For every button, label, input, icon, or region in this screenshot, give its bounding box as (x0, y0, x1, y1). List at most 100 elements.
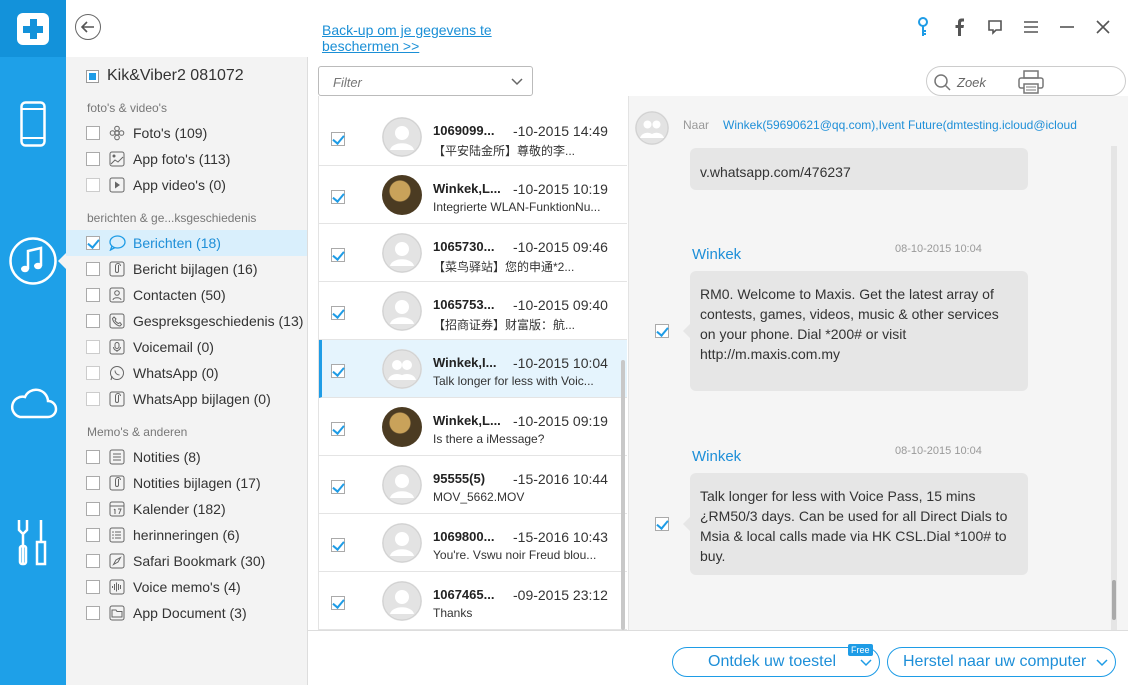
category-label: Gespreksgeschiedenis (13) (133, 313, 304, 329)
filter-label: Filter (333, 75, 362, 90)
category-call-history[interactable]: Gespreksgeschiedenis (13) (66, 308, 307, 334)
avatar (382, 175, 422, 215)
message-time: 08-10-2015 10:04 (895, 445, 982, 457)
nav-rail (0, 0, 66, 685)
category-photos[interactable]: Foto's (109) (66, 120, 307, 146)
category-voicemail[interactable]: Voicemail (0) (66, 334, 307, 360)
row-checkbox[interactable] (331, 190, 345, 204)
search-placeholder: Zoek (957, 75, 986, 90)
category-checkbox[interactable] (86, 528, 100, 542)
minimize-icon[interactable] (1056, 15, 1078, 39)
message-row[interactable]: 95555(5) -15-2016 10:44 MOV_5662.MOV (319, 456, 627, 514)
category-message-attachments[interactable]: Bericht bijlagen (16) (66, 256, 307, 282)
category-voice-memos[interactable]: Voice memo's (4) (66, 574, 307, 600)
message-row[interactable]: Winkek,L... -10-2015 09:19 Is there a iM… (319, 398, 627, 456)
conversation-pane: Naar Winkek(59690621@qq.com),Ivent Futur… (628, 96, 1128, 630)
back-button[interactable] (75, 14, 101, 40)
row-checkbox[interactable] (331, 422, 345, 436)
row-sender: 1069800... (433, 529, 495, 544)
row-checkbox[interactable] (331, 538, 345, 552)
message-checkbox[interactable] (655, 324, 669, 338)
feedback-icon[interactable] (984, 15, 1006, 39)
category-checkbox[interactable] (86, 262, 100, 276)
message-row[interactable]: 1069800... -15-2016 10:43 You're. Vswu n… (319, 514, 627, 572)
category-calendar[interactable]: Kalender (182) (66, 496, 307, 522)
recipient-bar: Naar Winkek(59690621@qq.com),Ivent Futur… (629, 96, 1128, 148)
row-date: -15-2016 10:44 (513, 471, 608, 487)
category-checkbox[interactable] (86, 340, 100, 354)
category-checkbox[interactable] (86, 580, 100, 594)
row-preview: 【招商证券】财富版：航... (433, 318, 576, 332)
avatar (382, 581, 422, 621)
category-checkbox[interactable] (86, 314, 100, 328)
category-checkbox[interactable] (86, 236, 100, 250)
category-notes-attachments[interactable]: Notities bijlagen (17) (66, 470, 307, 496)
category-whatsapp-attachments[interactable]: WhatsApp bijlagen (0) (66, 386, 307, 412)
category-checkbox[interactable] (86, 288, 100, 302)
message-checkbox[interactable] (655, 517, 669, 531)
tools-icon (17, 520, 47, 566)
row-checkbox[interactable] (331, 132, 345, 146)
filter-dropdown[interactable]: Filter (318, 66, 533, 96)
row-sender: 95555(5) (433, 471, 486, 486)
category-checkbox[interactable] (86, 476, 100, 490)
row-checkbox[interactable] (331, 596, 345, 610)
category-app-document[interactable]: App Document (3) (66, 600, 307, 626)
message-row[interactable]: 1067465... -09-2015 23:12 Thanks (319, 572, 627, 630)
category-reminders[interactable]: herinneringen (6) (66, 522, 307, 548)
calendar-icon (108, 500, 126, 518)
row-sender: Winkek,L... (433, 413, 501, 428)
category-checkbox[interactable] (86, 126, 100, 140)
category-checkbox[interactable] (86, 366, 100, 380)
list-scrollbar[interactable] (621, 360, 625, 630)
nav-tools[interactable] (0, 514, 66, 570)
whatsapp-icon (108, 364, 126, 382)
nav-cloud[interactable] (0, 378, 66, 428)
row-checkbox[interactable] (331, 480, 345, 494)
menu-icon[interactable] (1020, 15, 1042, 39)
category-notes[interactable]: Notities (8) (66, 444, 307, 470)
device-row[interactable]: Kik&Viber2 081072 (86, 67, 244, 85)
category-checkbox[interactable] (86, 392, 100, 406)
restore-to-computer-button[interactable]: Herstel naar uw computer (887, 647, 1116, 677)
row-checkbox[interactable] (331, 248, 345, 262)
category-whatsapp[interactable]: WhatsApp (0) (66, 360, 307, 386)
free-badge: Free (848, 644, 873, 656)
nav-backup[interactable] (0, 232, 66, 290)
category-contacts[interactable]: Contacten (50) (66, 282, 307, 308)
category-messages[interactable]: Berichten (18) (66, 230, 307, 256)
paperclip-icon (108, 474, 126, 492)
image-icon (108, 150, 126, 168)
category-app-videos[interactable]: App video's (0) (66, 172, 307, 198)
print-button[interactable] (1018, 70, 1044, 99)
category-safari-bookmark[interactable]: Safari Bookmark (30) (66, 548, 307, 574)
facebook-icon[interactable] (948, 15, 970, 39)
close-icon[interactable] (1092, 15, 1114, 39)
category-label: Berichten (18) (133, 235, 221, 251)
message-row[interactable]: 1069099... -10-2015 14:49 【平安陆金所】尊敬的李... (319, 108, 627, 166)
nav-device[interactable] (0, 95, 66, 153)
category-checkbox[interactable] (86, 152, 100, 166)
message-row[interactable]: 1065730... -10-2015 09:46 【菜鸟驿站】您的申通*2..… (319, 224, 627, 282)
category-label: App video's (0) (133, 177, 226, 193)
message-row[interactable]: 1065753... -10-2015 09:40 【招商证券】财富版：航... (319, 282, 627, 340)
conversation-scrollbar[interactable] (1111, 146, 1117, 630)
category-app-photos[interactable]: App foto's (113) (66, 146, 307, 172)
message-row-selected[interactable]: Winkek,I... -10-2015 10:04 Talk longer f… (319, 340, 627, 398)
category-checkbox[interactable] (86, 450, 100, 464)
backup-link[interactable]: Back-up om je gegevens te beschermen >> (322, 22, 522, 54)
category-checkbox[interactable] (86, 502, 100, 516)
device-checkbox[interactable] (86, 69, 99, 83)
message-sender: Winkek (692, 448, 742, 465)
avatar (382, 523, 422, 563)
row-date: -09-2015 23:12 (513, 587, 608, 603)
category-checkbox[interactable] (86, 554, 100, 568)
row-checkbox[interactable] (331, 306, 345, 320)
message-row[interactable]: Winkek,L... -10-2015 10:19 Integrierte W… (319, 166, 627, 224)
category-checkbox[interactable] (86, 178, 100, 192)
key-icon[interactable] (912, 15, 934, 39)
category-label: Foto's (109) (133, 125, 208, 141)
category-checkbox[interactable] (86, 606, 100, 620)
row-checkbox[interactable] (331, 364, 345, 378)
category-label: WhatsApp (0) (133, 365, 219, 381)
